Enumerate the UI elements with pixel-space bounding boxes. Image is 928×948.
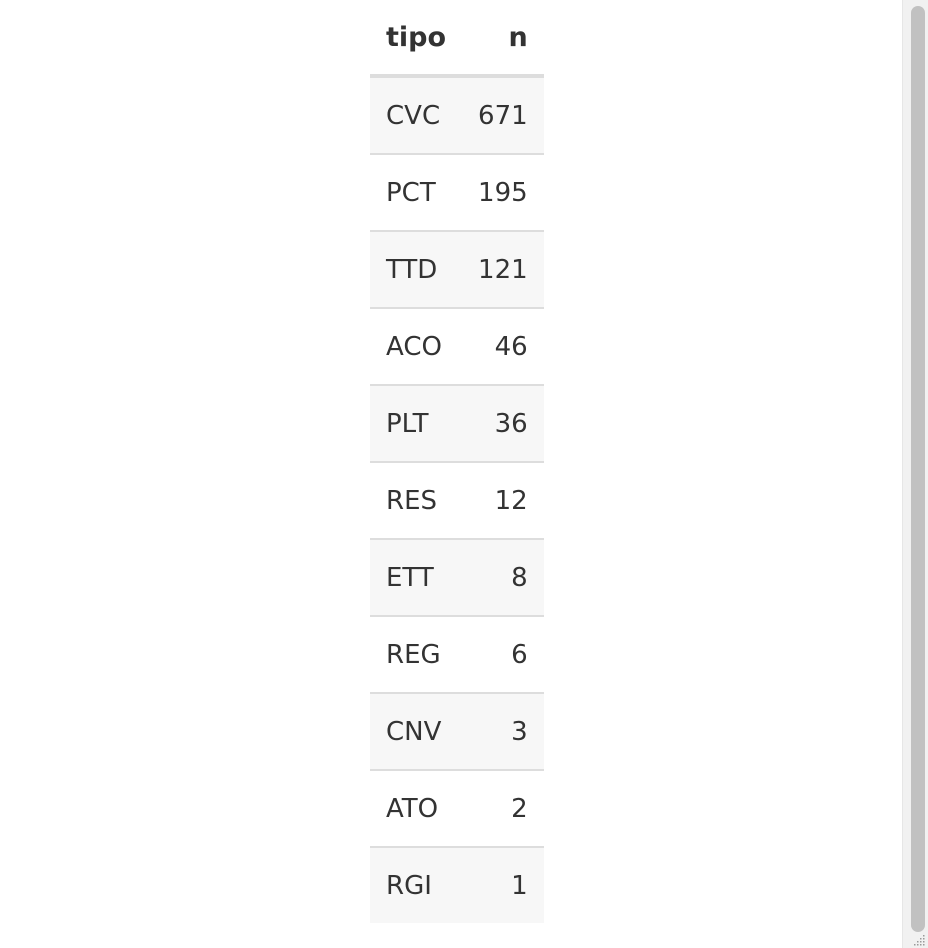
scrollbar-thumb[interactable] <box>911 6 925 932</box>
cell-tipo: CNV <box>370 693 463 771</box>
cell-n: 12 <box>462 462 544 540</box>
column-header-n: n <box>462 0 544 78</box>
table-row: ETT 8 <box>370 539 544 617</box>
table-row: RES 12 <box>370 462 544 540</box>
cell-tipo: RGI <box>370 847 463 923</box>
cell-n: 46 <box>462 308 544 386</box>
cell-n: 3 <box>462 693 544 771</box>
cell-n: 121 <box>462 231 544 309</box>
cell-tipo: ACO <box>370 308 463 386</box>
cell-tipo: PCT <box>370 154 463 232</box>
cell-n: 6 <box>462 616 544 694</box>
column-header-tipo: tipo <box>370 0 463 78</box>
cell-n: 671 <box>462 76 544 155</box>
cell-n: 1 <box>462 847 544 923</box>
cell-tipo: ETT <box>370 539 463 617</box>
cell-n: 2 <box>462 770 544 848</box>
resize-grip-icon[interactable] <box>914 934 926 946</box>
table-row: RGI 1 <box>370 847 544 923</box>
table-row: CNV 3 <box>370 693 544 771</box>
table-row: ACO 46 <box>370 308 544 386</box>
cell-n: 195 <box>462 154 544 232</box>
cell-tipo: CVC <box>370 76 463 155</box>
header-row: tipo n <box>370 0 544 78</box>
cell-tipo: PLT <box>370 385 463 463</box>
cell-tipo: RES <box>370 462 463 540</box>
table-row: REG 6 <box>370 616 544 694</box>
cell-tipo: TTD <box>370 231 463 309</box>
table-row: PLT 36 <box>370 385 544 463</box>
cell-tipo: ATO <box>370 770 463 848</box>
data-table: tipo n CVC 671 PCT 195 TTD 121 ACO 46 PL <box>370 0 544 923</box>
cell-n: 8 <box>462 539 544 617</box>
vertical-scrollbar[interactable] <box>902 0 928 948</box>
table-row: CVC 671 <box>370 76 544 155</box>
table-row: PCT 195 <box>370 154 544 232</box>
table-viewport: tipo n CVC 671 PCT 195 TTD 121 ACO 46 PL <box>0 0 902 948</box>
table-row: ATO 2 <box>370 770 544 848</box>
table-row: TTD 121 <box>370 231 544 309</box>
cell-tipo: REG <box>370 616 463 694</box>
cell-n: 36 <box>462 385 544 463</box>
